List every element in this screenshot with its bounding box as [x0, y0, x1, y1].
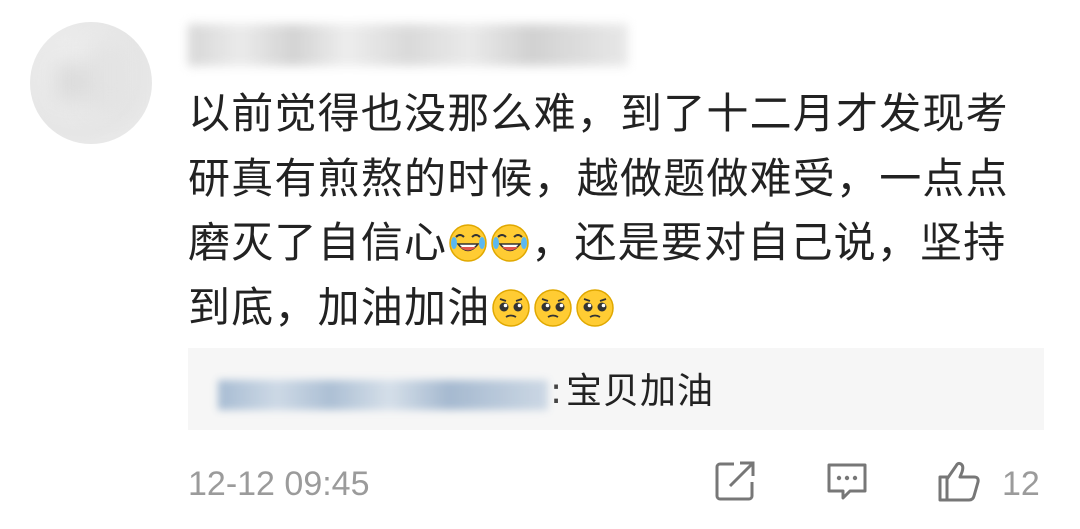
share-icon — [715, 461, 755, 501]
thumbs-up-icon — [938, 461, 980, 502]
username-redacted[interactable] — [188, 24, 628, 66]
pleading-face-emoji — [533, 288, 573, 328]
laughing-crying-emoji — [448, 223, 488, 263]
avatar-blur-2 — [90, 40, 130, 110]
comment-button[interactable] — [824, 458, 870, 504]
like-count: 12 — [1002, 465, 1040, 503]
reply-username-redacted[interactable] — [218, 380, 548, 410]
reply-colon: : — [550, 371, 563, 412]
reply-preview[interactable]: : 宝贝加油 — [188, 348, 1044, 430]
comment-icon — [827, 463, 867, 500]
comment-text: 以前觉得也没那么难，到了十二月才发现考研真有煎熬的时候，越做题做难受，一点点磨灭… — [188, 82, 1048, 340]
laughing-crying-emoji — [490, 223, 530, 263]
share-button[interactable] — [712, 458, 758, 504]
reply-text: 宝贝加油 — [566, 371, 715, 412]
timestamp: 12-12 09:45 — [188, 465, 370, 503]
pleading-face-emoji — [491, 288, 531, 328]
like-button[interactable] — [936, 458, 982, 504]
pleading-face-emoji — [575, 288, 615, 328]
avatar[interactable] — [30, 22, 152, 144]
